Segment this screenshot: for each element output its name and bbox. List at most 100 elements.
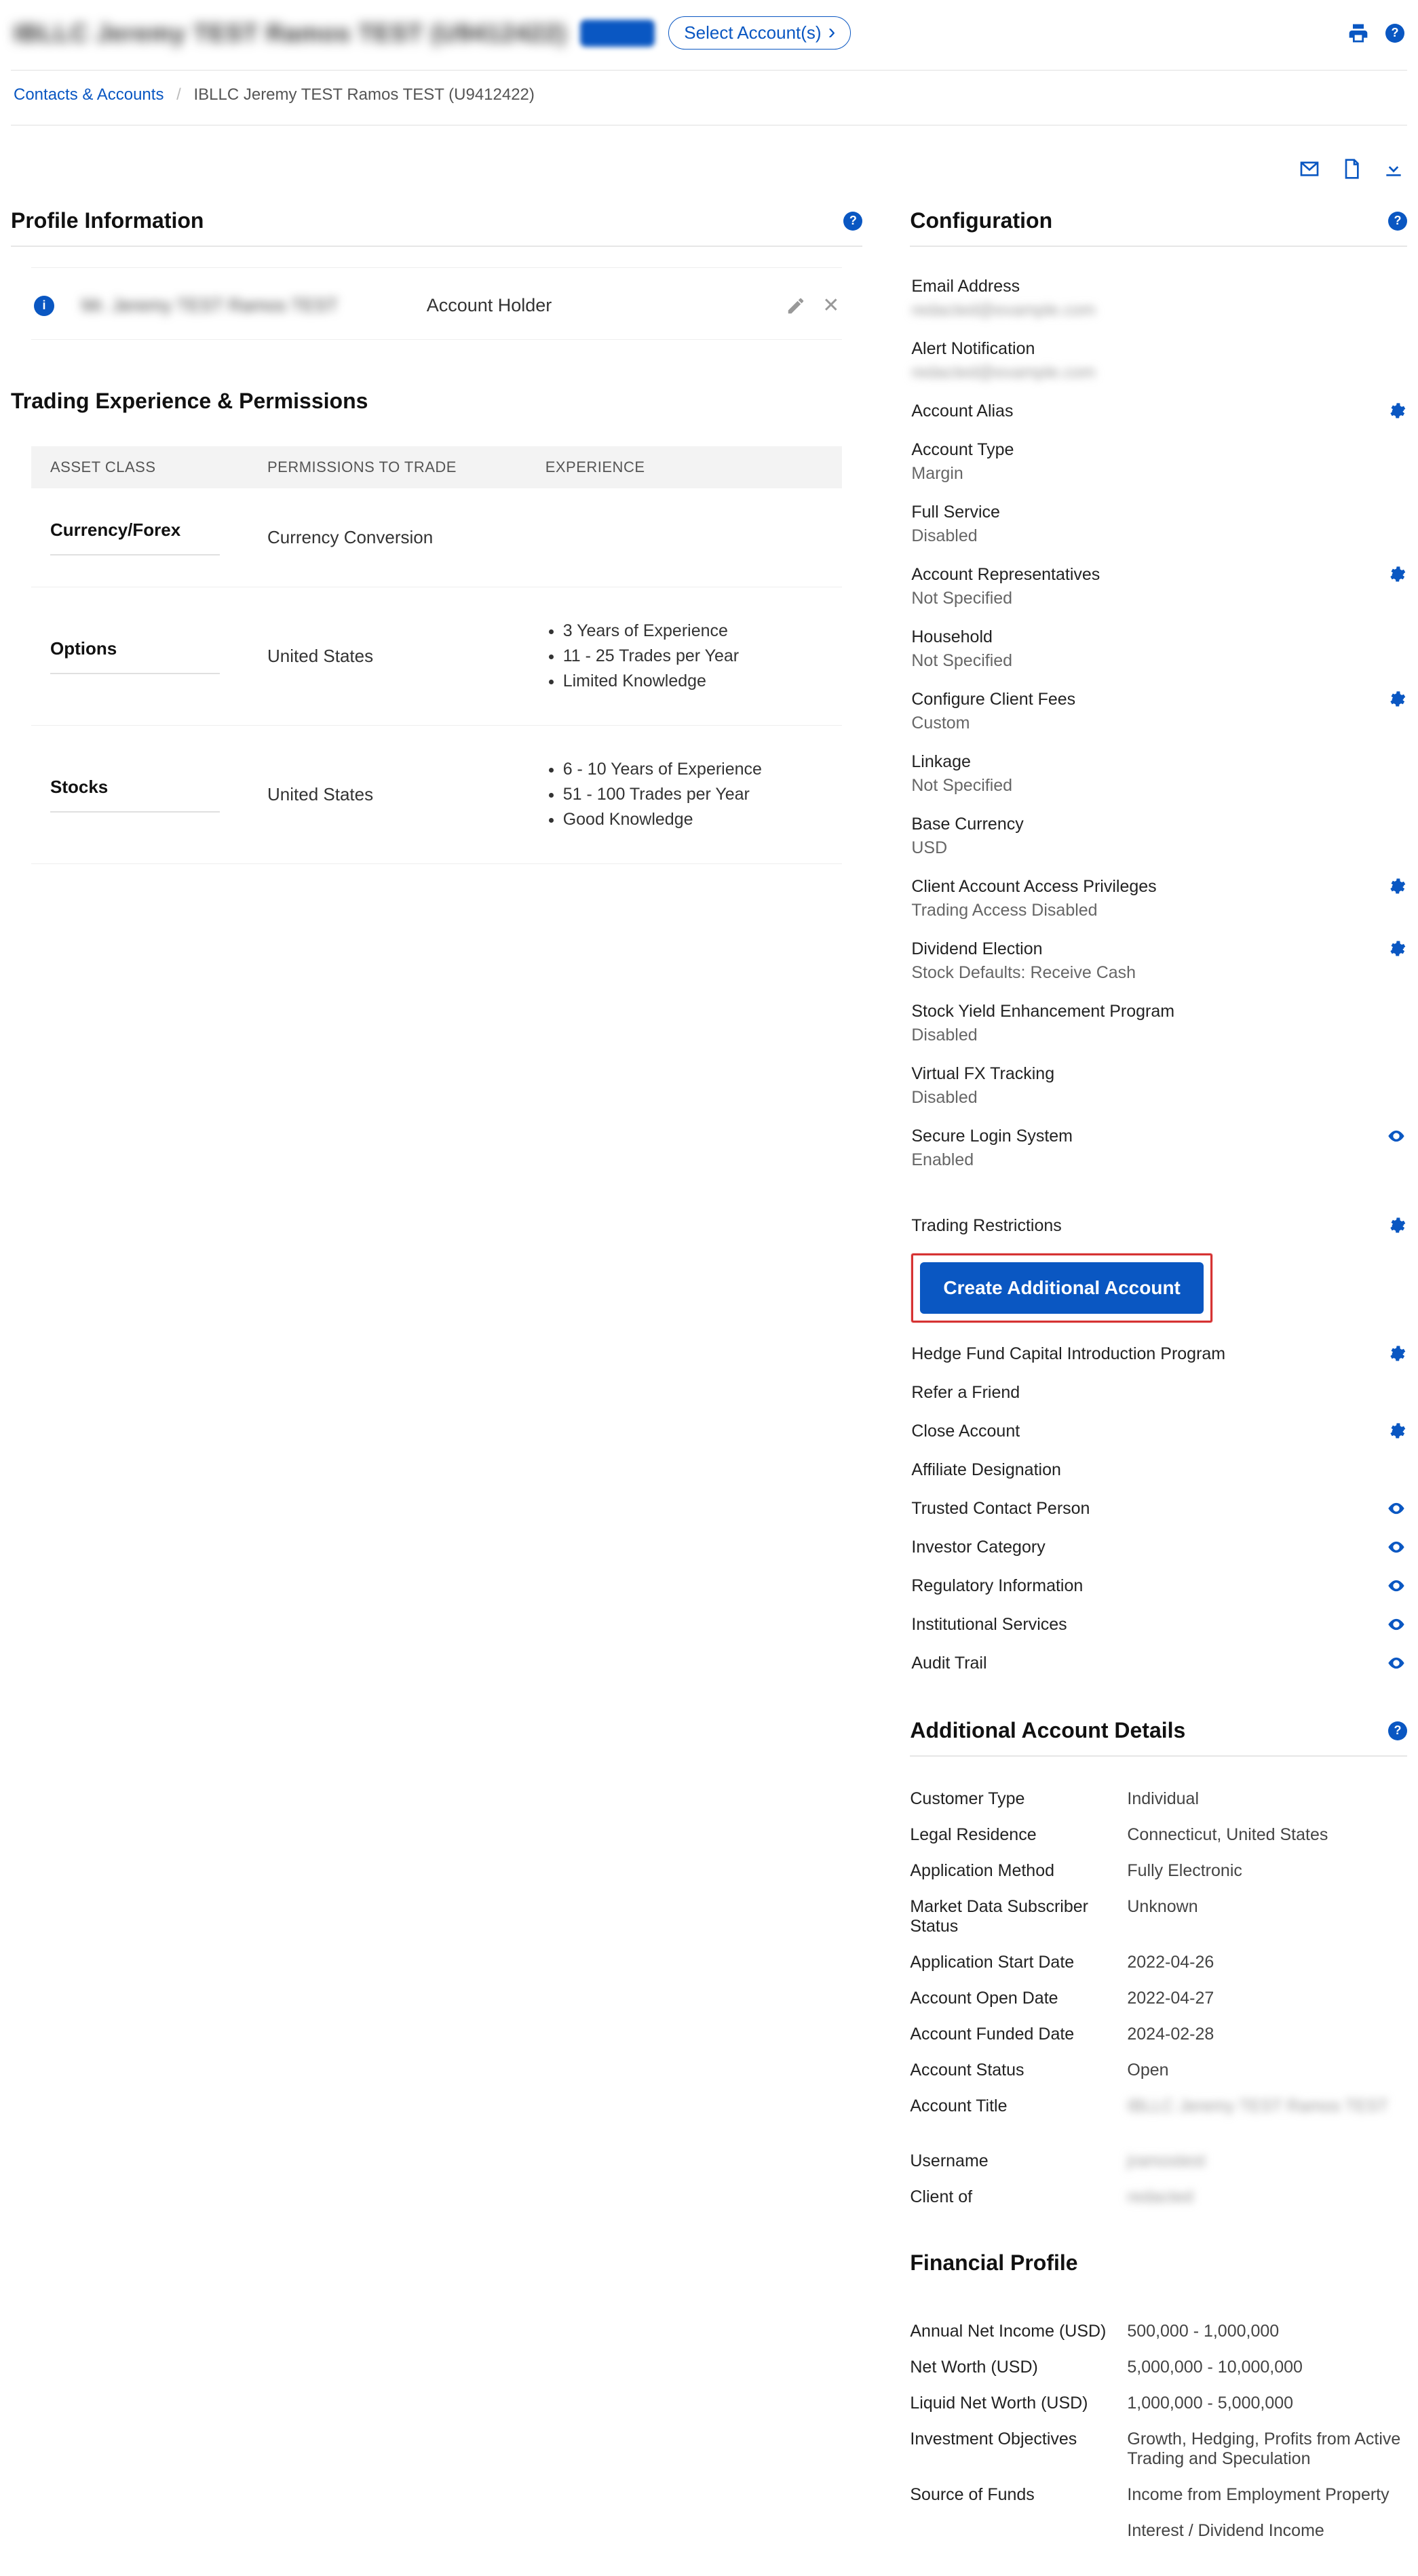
cfg-label: Stock Yield Enhancement Program [911,1002,1174,1021]
config-section-header: Configuration ? [910,200,1407,246]
eye-icon[interactable] [1387,1127,1406,1146]
tep-exp-item: 3 Years of Experience [563,619,824,644]
edit-icon[interactable] [786,296,806,316]
cfg-value: Custom [911,714,1075,733]
tep-section-header: Trading Experience & Permissions [11,380,862,426]
details-row: Legal ResidenceConnecticut, United State… [910,1817,1407,1853]
cfg-affiliate: Affiliate Designation [911,1451,1406,1489]
eye-icon[interactable] [1387,1499,1406,1518]
eye-icon[interactable] [1387,1538,1406,1557]
cfg-label: Regulatory Information [911,1576,1083,1596]
cfg-label: Investor Category [911,1538,1045,1557]
cfg-value: Margin [911,464,1014,484]
chevron-right-icon [828,22,836,43]
info-icon[interactable]: i [34,296,54,316]
account-title-blurred: IBLLC Jeremy TEST Ramos TEST (U9412422) [14,19,567,47]
config-section-title: Configuration [910,208,1052,233]
cfg-label: Refer a Friend [911,1383,1020,1403]
cfg-audit: Audit Trail [911,1644,1406,1683]
cfg-value: Not Specified [911,651,1012,671]
gear-icon[interactable] [1387,1344,1406,1363]
tep-section-title: Trading Experience & Permissions [11,389,368,414]
breadcrumb-root[interactable]: Contacts & Accounts [14,85,164,104]
help-icon[interactable]: ? [843,212,862,231]
cfg-access: Client Account Access Privileges Trading… [911,867,1406,930]
tep-exp: 3 Years of Experience 11 - 25 Trades per… [545,619,824,694]
gear-icon[interactable] [1387,1422,1406,1441]
tep-perm: United States [267,784,545,805]
tep-asset: Stocks [50,777,220,813]
gear-icon[interactable] [1387,402,1406,421]
cfg-label: Alert Notification [911,339,1095,359]
cfg-dividend: Dividend Election Stock Defaults: Receiv… [911,930,1406,992]
select-account-button[interactable]: Select Account(s) [668,16,851,50]
financial-section-header: Financial Profile [910,2242,1407,2288]
cfg-value: Disabled [911,1088,1054,1108]
cfg-institutional: Institutional Services [911,1605,1406,1644]
breadcrumb-current: IBLLC Jeremy TEST Ramos TEST (U9412422) [193,85,534,104]
financial-row-extra: Interest / Dividend Income [910,2513,1407,2549]
document-icon[interactable] [1341,158,1362,180]
help-icon[interactable]: ? [1388,1721,1407,1740]
gear-icon[interactable] [1387,565,1406,584]
cfg-sls: Secure Login System Enabled [911,1117,1406,1179]
details-row: Application MethodFully Electronic [910,1853,1407,1889]
cfg-value: redacted@example.com [911,300,1095,320]
financial-row: Net Worth (USD)5,000,000 - 10,000,000 [910,2349,1407,2385]
tep-exp-item: 51 - 100 Trades per Year [563,782,824,807]
tep-row-options: Options United States 3 Years of Experie… [31,587,842,726]
tep-perm: United States [267,646,545,667]
create-account-highlight: Create Additional Account [911,1253,1212,1323]
tep-row-stocks: Stocks United States 6 - 10 Years of Exp… [31,726,842,864]
details-section-title: Additional Account Details [910,1718,1185,1743]
cfg-label: Dividend Election [911,939,1136,959]
gear-icon[interactable] [1387,939,1406,958]
breadcrumb: Contacts & Accounts / IBLLC Jeremy TEST … [11,71,1407,125]
details-grid: Customer TypeIndividual Legal ResidenceC… [910,1777,1407,2215]
help-icon[interactable]: ? [1388,212,1407,231]
gear-icon[interactable] [1387,1216,1406,1235]
cfg-base: Base Currency USD [911,805,1406,867]
eye-icon[interactable] [1387,1615,1406,1634]
help-icon[interactable]: ? [1385,24,1404,43]
cfg-full-service: Full Service Disabled [911,493,1406,555]
cfg-label: Client Account Access Privileges [911,877,1156,897]
tep-exp-item: Good Knowledge [563,807,824,832]
cfg-hedge: Hedge Fund Capital Introduction Program [911,1335,1406,1373]
details-section-header: Additional Account Details ? [910,1710,1407,1755]
create-additional-account-button[interactable]: Create Additional Account [920,1262,1204,1314]
close-icon[interactable]: ✕ [822,296,839,316]
mail-icon[interactable] [1299,158,1320,180]
profile-section-title: Profile Information [11,208,204,233]
eye-icon[interactable] [1387,1576,1406,1595]
tep-exp-item: Limited Knowledge [563,669,824,694]
cfg-label: Hedge Fund Capital Introduction Program [911,1344,1225,1364]
print-icon[interactable] [1347,22,1369,44]
cfg-label: Linkage [911,752,1012,772]
eye-icon[interactable] [1387,1654,1406,1673]
cfg-reps: Account Representatives Not Specified [911,555,1406,618]
download-icon[interactable] [1383,158,1404,180]
details-row: Account StatusOpen [910,2052,1407,2088]
cfg-investor: Investor Category [911,1528,1406,1567]
status-pill-blurred [580,20,655,47]
cfg-restrictions: Trading Restrictions [911,1207,1406,1245]
cfg-alias: Account Alias [911,392,1406,431]
profile-row: i Mr. Jeremy TEST Ramos TEST Account Hol… [31,267,842,340]
cfg-regulatory: Regulatory Information [911,1567,1406,1605]
cfg-value: Enabled [911,1150,1073,1170]
cfg-close: Close Account [911,1412,1406,1451]
financial-row: Source of FundsIncome from Employment Pr… [910,2477,1407,2513]
gear-icon[interactable] [1387,690,1406,709]
financial-grid: Annual Net Income (USD)500,000 - 1,000,0… [910,2309,1407,2549]
tep-row-forex: Currency/Forex Currency Conversion [31,488,842,587]
tep-perm: Currency Conversion [267,527,545,548]
tep-col-exp: EXPERIENCE [545,458,824,476]
profile-name-blurred: Mr. Jeremy TEST Ramos TEST [81,295,427,316]
details-row: Account Open Date2022-04-27 [910,1980,1407,2016]
cfg-label: Account Representatives [911,565,1100,585]
cfg-label: Institutional Services [911,1615,1067,1635]
gear-icon[interactable] [1387,877,1406,896]
tep-exp: 6 - 10 Years of Experience 51 - 100 Trad… [545,757,824,832]
details-row: Application Start Date2022-04-26 [910,1945,1407,1980]
